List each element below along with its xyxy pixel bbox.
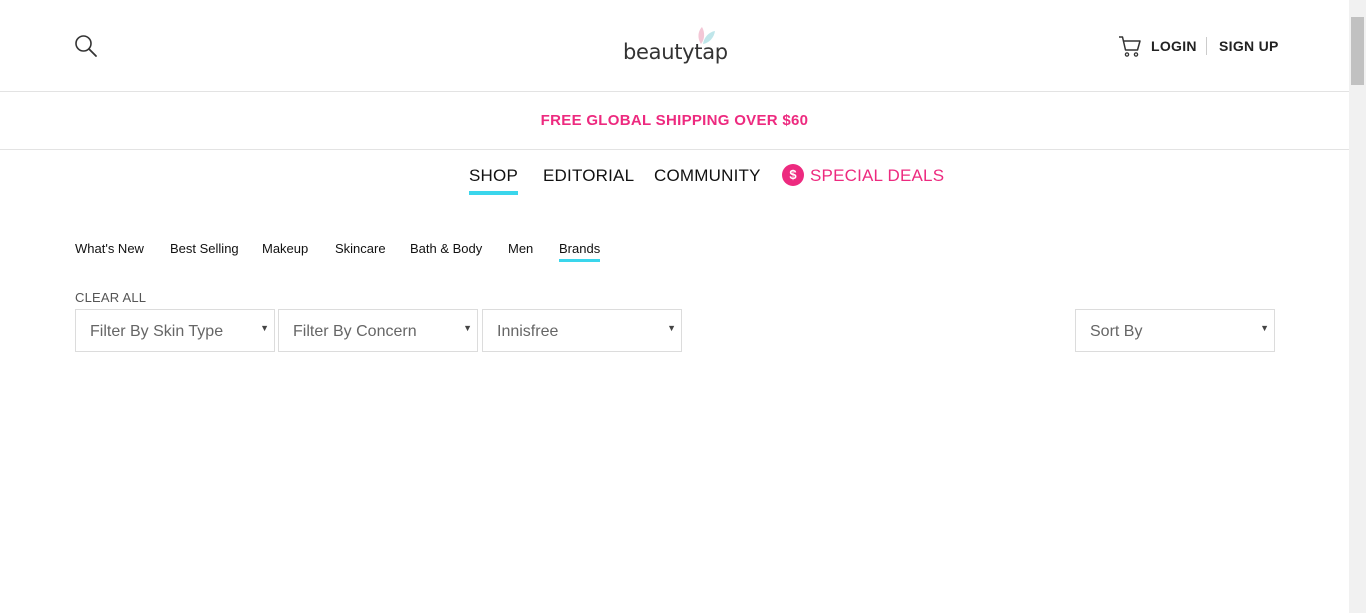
concern-select[interactable]: Filter By Concern ▼ — [278, 309, 478, 352]
cart-icon[interactable] — [1118, 34, 1142, 58]
promo-banner: FREE GLOBAL SHIPPING OVER $60 — [0, 92, 1349, 150]
category-best-selling[interactable]: Best Selling — [170, 241, 239, 256]
clear-all-link[interactable]: CLEAR ALL — [75, 290, 146, 305]
promo-text[interactable]: FREE GLOBAL SHIPPING OVER $60 — [541, 112, 809, 129]
concern-value: Filter By Concern — [293, 323, 417, 340]
skin-type-value: Filter By Skin Type — [90, 323, 224, 340]
chevron-down-icon: ▼ — [667, 323, 676, 333]
signup-link[interactable]: SIGN UP — [1219, 38, 1279, 54]
category-skincare[interactable]: Skincare — [335, 241, 386, 256]
category-whats-new[interactable]: What's New — [75, 241, 144, 256]
nav-shop[interactable]: SHOP — [469, 166, 518, 195]
sort-select[interactable]: Sort By ▼ — [1075, 309, 1275, 352]
category-bath-body[interactable]: Bath & Body — [410, 241, 482, 256]
brand-select[interactable]: Innisfree ▼ — [482, 309, 682, 352]
sort-value: Sort By — [1090, 323, 1143, 340]
skin-type-select[interactable]: Filter By Skin Type ▼ — [75, 309, 275, 352]
chevron-down-icon: ▼ — [260, 323, 269, 333]
page-scrollbar[interactable] — [1349, 0, 1366, 613]
logo[interactable]: beautytap — [623, 26, 729, 66]
category-men[interactable]: Men — [508, 241, 533, 256]
nav-editorial[interactable]: EDITORIAL — [543, 166, 634, 186]
brand-value: Innisfree — [497, 323, 559, 340]
page: beautytap LOGIN SIGN UP FREE GLOBAL SHIP… — [0, 0, 1349, 613]
category-nav: What's New Best Selling Makeup Skincare … — [0, 241, 1349, 267]
dollar-icon[interactable]: $ — [782, 164, 804, 186]
header-divider — [1206, 37, 1207, 55]
scrollbar-thumb[interactable] — [1351, 17, 1364, 85]
search-icon[interactable] — [74, 34, 98, 58]
nav-special-deals[interactable]: SPECIAL DEALS — [810, 166, 944, 186]
category-makeup[interactable]: Makeup — [262, 241, 308, 256]
category-brands[interactable]: Brands — [559, 241, 601, 262]
login-link[interactable]: LOGIN — [1151, 38, 1197, 54]
main-nav: SHOP EDITORIAL COMMUNITY $ SPECIAL DEALS — [0, 164, 1349, 196]
chevron-down-icon: ▼ — [1260, 323, 1269, 333]
site-header: beautytap LOGIN SIGN UP — [0, 0, 1349, 92]
chevron-down-icon: ▼ — [463, 323, 472, 333]
logo-leaf-icon — [698, 27, 715, 44]
nav-community[interactable]: COMMUNITY — [654, 166, 761, 186]
